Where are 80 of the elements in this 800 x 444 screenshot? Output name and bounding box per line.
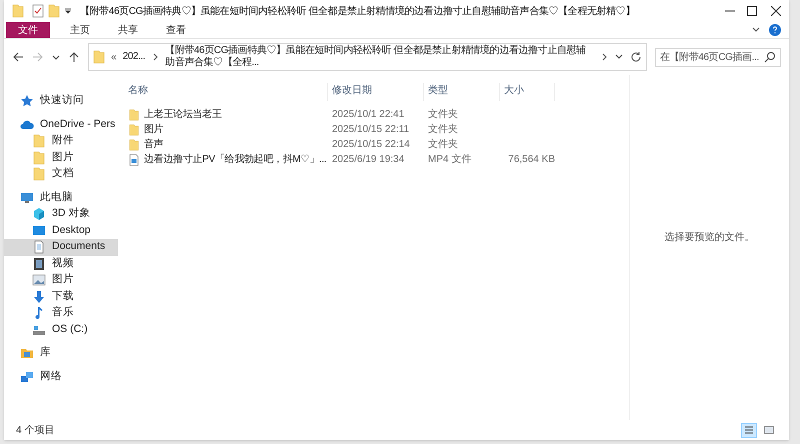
file-name[interactable]: 图片	[144, 122, 164, 137]
overflow-chevron[interactable]: «	[111, 50, 117, 64]
sidebar-item[interactable]: 附件	[4, 133, 118, 150]
down-arrow-icon	[32, 290, 46, 304]
sidebar-item[interactable]: 快速访问	[4, 93, 118, 110]
sidebar-item[interactable]: 图片	[4, 150, 118, 166]
close-icon	[771, 6, 781, 16]
sidebar-item[interactable]: 此电脑	[4, 190, 118, 206]
folder-icon	[128, 108, 140, 120]
maximize-icon	[747, 6, 757, 16]
table-cell-text: 2025/6/19 19:34	[331, 153, 406, 167]
ribbon-tab[interactable]: 主页	[58, 22, 102, 38]
network-icon	[20, 370, 34, 384]
sidebar-item[interactable]: OS (C:)	[4, 322, 118, 338]
image-icon	[32, 273, 46, 288]
help-icon[interactable]	[769, 24, 781, 36]
table-cell-text: 2025/10/15 22:11	[331, 123, 410, 137]
ribbon-tab[interactable]: 共享	[106, 22, 150, 38]
window-title: 【附带46页CG插画特典♡】虽能在短时间内轻松聆听 但全都是禁止射精情境的边看边撸寸止自慰辅助音声合集♡【全程无射精♡】	[80, 4, 635, 18]
sidebar-item[interactable]: 3D 对象	[4, 206, 118, 222]
file-name[interactable]: 边看边撸寸止PV「给我勃起吧，抖M♡」...	[144, 152, 326, 167]
chevron-right-icon[interactable]	[600, 53, 608, 61]
ribbon-tab[interactable]: 查看	[154, 22, 198, 38]
thumbnail-icon	[764, 425, 774, 435]
file-name[interactable]: 上老王论坛当老王	[144, 107, 222, 122]
table-cell-text: 文件夹	[427, 122, 459, 137]
folder-icon	[32, 134, 46, 148]
folder-icon	[48, 4, 60, 18]
ribbon-tab[interactable]: 文件	[6, 22, 50, 38]
search-field[interactable]: 在【附带46页CG插画...	[655, 48, 781, 66]
table-cell-text: MP4 文件	[427, 152, 472, 167]
computer-icon	[20, 190, 34, 205]
table-cell-text: 文件夹	[427, 138, 459, 152]
folder-icon	[128, 124, 140, 136]
cube-icon	[32, 207, 46, 222]
item-count: 4 个项目	[16, 424, 54, 438]
column-header[interactable]: 修改日期	[328, 83, 424, 101]
table-cell-text: 文件夹	[427, 108, 459, 122]
folder-icon	[32, 150, 46, 165]
address-bar[interactable]: « 202... 【附带46页CG插画特典♡】虽能在短时间内轻松聆听 但全都是禁止射精情境的边看边撸寸止自慰辅助音声合集♡【全程...	[88, 43, 647, 71]
table-cell-text: 76,564 KB	[507, 153, 555, 167]
video-file-icon	[128, 154, 140, 166]
star-icon	[20, 94, 34, 108]
back-arrow-icon[interactable]	[12, 51, 24, 63]
preview-message: 选择要预览的文件。	[664, 230, 754, 245]
checklist-icon[interactable]	[32, 4, 44, 18]
column-header[interactable]: 名称	[124, 83, 328, 101]
table-cell-text: 2025/10/15 22:14	[331, 138, 411, 152]
table-cell-text: 2025/10/1 22:41	[331, 108, 406, 122]
folder-icon	[93, 50, 105, 64]
chevron-down-icon[interactable]	[52, 53, 60, 61]
sidebar-item[interactable]: 网络	[4, 368, 118, 385]
sidebar-item[interactable]: 下载	[4, 288, 118, 305]
sidebar-item[interactable]: 音乐	[4, 305, 118, 322]
column-header[interactable]: 类型	[424, 83, 500, 101]
breadcrumb[interactable]: 【附带46页CG插画特典♡】虽能在短时间内轻松聆听 但全都是禁止射精情境的边看边撸寸止自慰辅助音声合集♡【全程...	[165, 45, 594, 69]
sidebar-item[interactable]: 视频	[4, 256, 118, 272]
document-icon	[32, 240, 46, 254]
column-header[interactable]: 大小	[500, 83, 555, 101]
chevron-right-icon[interactable]	[151, 53, 160, 61]
folder-icon	[128, 138, 140, 150]
folder-icon	[32, 167, 46, 182]
dropdown-icon[interactable]	[64, 7, 72, 15]
sidebar-item[interactable]: 文档	[4, 166, 118, 182]
file-name[interactable]: 音声	[144, 137, 164, 152]
list-icon	[744, 425, 754, 435]
sidebar-item[interactable]: Documents	[4, 239, 118, 256]
search-icon	[764, 51, 776, 63]
library-icon	[20, 346, 34, 360]
up-arrow-icon[interactable]	[68, 51, 80, 63]
sidebar-item[interactable]: 图片	[4, 272, 118, 288]
sidebar-item[interactable]: 库	[4, 345, 118, 362]
sidebar-item[interactable]: Desktop	[4, 222, 118, 239]
sidebar-item[interactable]: OneDrive - Pers	[4, 116, 118, 133]
monitor-icon	[32, 224, 46, 238]
film-icon	[32, 256, 46, 271]
refresh-icon[interactable]	[630, 51, 642, 63]
details-view-button[interactable]	[741, 422, 757, 438]
breadcrumb[interactable]: 202...	[122, 51, 146, 63]
folder-icon	[12, 4, 24, 18]
